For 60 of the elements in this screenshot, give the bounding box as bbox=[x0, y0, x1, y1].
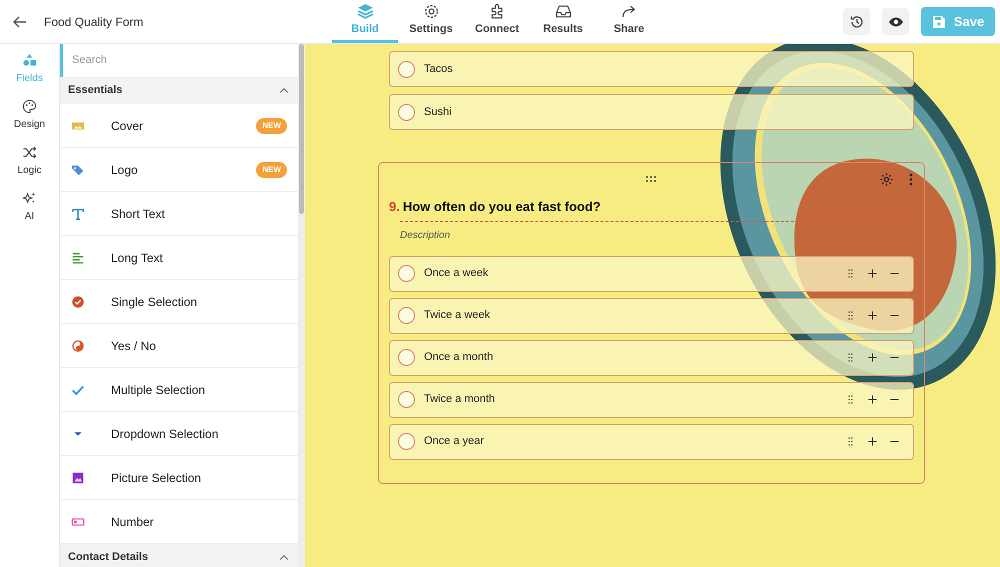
puzzle-piece-icon bbox=[488, 2, 506, 20]
radio-button[interactable] bbox=[398, 265, 415, 282]
sparkles-icon bbox=[22, 191, 37, 206]
form-title: Food Quality Form bbox=[44, 14, 144, 30]
new-badge: NEW bbox=[256, 118, 287, 134]
plus-icon[interactable] bbox=[867, 394, 878, 405]
nav-tab[interactable]: Share bbox=[596, 0, 662, 43]
nav-tab[interactable]: Settings bbox=[398, 0, 464, 43]
search-field[interactable]: Search bbox=[63, 44, 298, 77]
gear-icon bbox=[422, 2, 440, 20]
shuffle-icon bbox=[22, 145, 37, 160]
radio-button[interactable] bbox=[398, 391, 415, 408]
tag-icon bbox=[71, 162, 85, 176]
plus-icon[interactable] bbox=[867, 268, 878, 279]
inbox-icon bbox=[554, 2, 572, 20]
check-circle-icon bbox=[71, 294, 85, 308]
answer-option[interactable]: Once a month bbox=[389, 340, 914, 376]
more-options-icon[interactable] bbox=[909, 173, 913, 186]
sidebar-tab[interactable]: AI bbox=[2, 188, 58, 227]
palette-icon bbox=[22, 99, 37, 114]
radio-button[interactable] bbox=[398, 60, 415, 78]
section-header[interactable]: Essentials bbox=[60, 77, 298, 104]
radio-button[interactable] bbox=[398, 307, 415, 324]
field-type-item[interactable]: Cover NEW bbox=[60, 104, 298, 148]
drag-handle-icon[interactable] bbox=[645, 175, 657, 183]
answer-option[interactable]: Sushi bbox=[389, 94, 914, 130]
paragraph-icon bbox=[71, 250, 85, 264]
plus-icon[interactable] bbox=[867, 310, 878, 321]
question-title[interactable]: How often do you eat fast food? bbox=[402, 197, 601, 216]
nav-tab[interactable]: Connect bbox=[464, 0, 530, 43]
radio-button[interactable] bbox=[398, 104, 415, 120]
sidebar-tab[interactable]: Design bbox=[2, 96, 58, 135]
plus-icon[interactable] bbox=[867, 352, 878, 363]
yin-yang-icon bbox=[71, 338, 85, 352]
back-arrow-icon[interactable] bbox=[12, 14, 28, 30]
nav-tab[interactable]: Results bbox=[530, 0, 596, 43]
plus-icon[interactable] bbox=[867, 436, 878, 447]
radio-button[interactable] bbox=[398, 349, 415, 366]
scrollbar-thumb[interactable] bbox=[299, 44, 304, 214]
section-header[interactable]: Contact Details bbox=[60, 544, 298, 567]
description-field[interactable]: Description bbox=[400, 227, 700, 243]
layers-icon bbox=[356, 2, 374, 20]
new-badge: NEW bbox=[256, 162, 287, 178]
shapes-icon bbox=[22, 53, 37, 68]
question-card[interactable]: 9. How often do you eat fast food? Description Once a week Twice a week Once a month Twice a month Once a year bbox=[378, 162, 925, 484]
answer-option[interactable]: Twice a week bbox=[389, 298, 914, 334]
answer-option[interactable]: Once a year bbox=[389, 424, 914, 460]
history-button[interactable] bbox=[843, 8, 870, 35]
preview-button[interactable] bbox=[882, 8, 909, 35]
answer-option[interactable]: Twice a month bbox=[389, 382, 914, 418]
settings-icon[interactable] bbox=[879, 172, 894, 187]
sidebar-tab[interactable]: Logic bbox=[2, 142, 58, 181]
question-number: 9. bbox=[389, 198, 400, 216]
answer-option[interactable]: Once a week bbox=[389, 256, 914, 292]
field-type-item[interactable]: Logo NEW bbox=[60, 148, 298, 192]
picture-icon bbox=[71, 470, 85, 484]
text-icon bbox=[71, 206, 85, 220]
history-icon bbox=[848, 14, 864, 30]
answer-option[interactable]: Tacos bbox=[389, 51, 914, 87]
radio-button[interactable] bbox=[398, 433, 415, 450]
